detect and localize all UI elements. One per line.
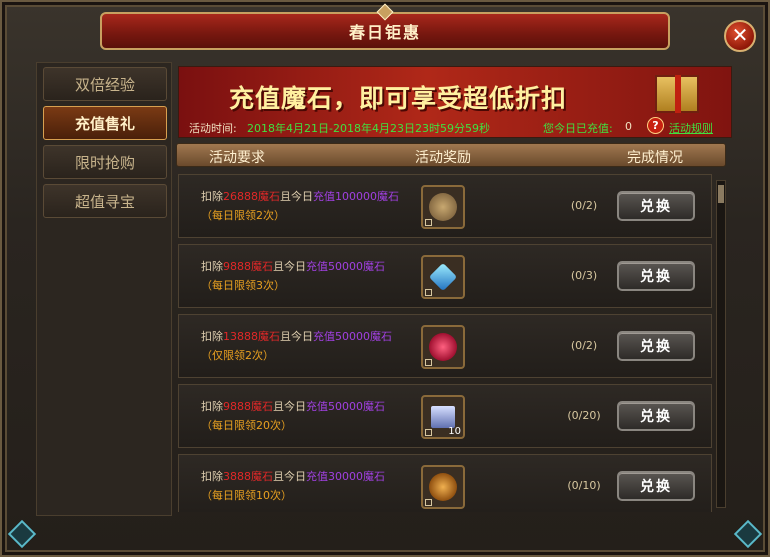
deduct-amount: 9888魔石	[223, 400, 273, 413]
req-prefix: 扣除	[201, 400, 223, 413]
claim-limit: （每日限领10次）	[201, 489, 292, 502]
scrollbar-thumb[interactable]	[718, 185, 724, 203]
nav-flash-sale[interactable]: 限时抢购	[43, 145, 167, 179]
recharge-amount: 充值50000魔石	[306, 260, 385, 273]
recharged-today-value: 0	[625, 120, 632, 133]
req-mid: 且今日	[280, 190, 313, 203]
table-row: 扣除9888魔石且今日充值50000魔石 （每日限领20次） 10 (0/20)…	[178, 384, 712, 448]
row-requirement: 扣除26888魔石且今日充值100000魔石 （每日限领2次）	[201, 187, 399, 225]
medal-icon[interactable]	[421, 185, 465, 229]
nav-double-exp[interactable]: 双倍经验	[43, 67, 167, 101]
req-prefix: 扣除	[201, 470, 223, 483]
nav-treasure-hunt[interactable]: 超值寻宝	[43, 184, 167, 218]
coin-icon[interactable]	[421, 465, 465, 509]
corner-ornament-icon	[7, 519, 37, 549]
row-progress: (0/3)	[570, 269, 598, 282]
exchange-button[interactable]: 兑换	[617, 401, 695, 431]
header-status: 完成情况	[627, 150, 683, 166]
table-header: 活动要求 活动奖励 完成情况	[176, 143, 726, 167]
exchange-button[interactable]: 兑换	[617, 471, 695, 501]
close-button[interactable]: ✕	[724, 20, 756, 52]
exchange-button[interactable]: 兑换	[617, 191, 695, 221]
recharge-amount: 充值50000魔石	[313, 330, 392, 343]
title-bar: 春日钜惠	[100, 3, 670, 50]
row-requirement: 扣除3888魔石且今日充值30000魔石 （每日限领10次）	[201, 467, 385, 505]
claim-limit: （每日限领3次）	[201, 279, 285, 292]
list-scrollbar[interactable]	[716, 180, 726, 508]
bound-lock-icon	[425, 499, 432, 506]
reward-list: 扣除26888魔石且今日充值100000魔石 （每日限领2次） (0/2) 兑换…	[176, 172, 728, 512]
req-prefix: 扣除	[201, 330, 223, 343]
crystal-icon[interactable]	[421, 255, 465, 299]
event-banner: 充值魔石，即可享受超低折扣 活动时间: 2018年4月21日-2018年4月23…	[178, 66, 732, 138]
gift-box-icon[interactable]: 10	[421, 395, 465, 439]
window-title: 春日钜惠	[348, 23, 421, 42]
req-mid: 且今日	[273, 400, 306, 413]
bound-lock-icon	[425, 219, 432, 226]
req-prefix: 扣除	[201, 190, 223, 203]
header-reward: 活动奖励	[415, 150, 471, 166]
claim-limit: （仅限领2次）	[201, 349, 274, 362]
deduct-amount: 13888魔石	[223, 330, 280, 343]
reward-count: 10	[448, 426, 461, 437]
bound-lock-icon	[425, 429, 432, 436]
recharged-today-label: 您今日已充值:	[543, 122, 613, 135]
left-nav: 双倍经验 充值售礼 限时抢购 超值寻宝	[36, 62, 172, 516]
bound-lock-icon	[425, 289, 432, 296]
table-row: 扣除9888魔石且今日充值50000魔石 （每日限领3次） (0/3) 兑换	[178, 244, 712, 308]
event-time-label: 活动时间:	[189, 122, 237, 135]
row-requirement: 扣除9888魔石且今日充值50000魔石 （每日限领20次）	[201, 397, 385, 435]
req-mid: 且今日	[273, 470, 306, 483]
table-row: 扣除13888魔石且今日充值50000魔石 （仅限领2次） (0/2) 兑换	[178, 314, 712, 378]
header-requirement: 活动要求	[209, 150, 265, 166]
claim-limit: （每日限领20次）	[201, 419, 292, 432]
bound-lock-icon	[425, 359, 432, 366]
row-requirement: 扣除9888魔石且今日充值50000魔石 （每日限领3次）	[201, 257, 385, 295]
exchange-button[interactable]: 兑换	[617, 331, 695, 361]
table-row: 扣除26888魔石且今日充值100000魔石 （每日限领2次） (0/2) 兑换	[178, 174, 712, 238]
claim-limit: （每日限领2次）	[201, 209, 285, 222]
req-mid: 且今日	[280, 330, 313, 343]
row-requirement: 扣除13888魔石且今日充值50000魔石 （仅限领2次）	[201, 327, 392, 365]
recharge-amount: 充值100000魔石	[313, 190, 399, 203]
event-time-value: 2018年4月21日-2018年4月23日23时59分59秒	[247, 122, 490, 135]
row-progress: (0/10)	[567, 479, 601, 492]
req-mid: 且今日	[273, 260, 306, 273]
recharge-amount: 充值30000魔石	[306, 470, 385, 483]
req-prefix: 扣除	[201, 260, 223, 273]
deduct-amount: 3888魔石	[223, 470, 273, 483]
corner-ornament-icon	[733, 519, 763, 549]
table-row: 扣除3888魔石且今日充值30000魔石 （每日限领10次） (0/10) 兑换	[178, 454, 712, 512]
recharge-amount: 充值50000魔石	[306, 400, 385, 413]
help-icon[interactable]: ?	[647, 117, 664, 134]
row-progress: (0/2)	[570, 339, 598, 352]
row-progress: (0/2)	[570, 199, 598, 212]
deduct-amount: 9888魔石	[223, 260, 273, 273]
row-progress: (0/20)	[567, 409, 601, 422]
event-rules-link[interactable]: 活动规则	[669, 120, 713, 136]
deduct-amount: 26888魔石	[223, 190, 280, 203]
gift-icon	[655, 75, 699, 113]
nav-recharge-gift[interactable]: 充值售礼	[43, 106, 167, 140]
banner-slogan: 充值魔石，即可享受超低折扣	[229, 84, 568, 113]
orb-icon[interactable]	[421, 325, 465, 369]
exchange-button[interactable]: 兑换	[617, 261, 695, 291]
